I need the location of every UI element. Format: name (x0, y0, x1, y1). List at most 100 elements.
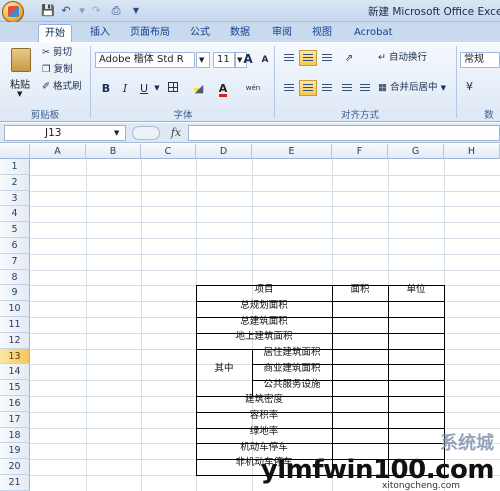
border-button[interactable] (164, 80, 182, 96)
fill-color-button[interactable]: ◢ (190, 80, 208, 96)
increase-indent-button[interactable] (356, 80, 374, 96)
column-header-b[interactable]: B (86, 144, 141, 159)
table-row-label-qizhong[interactable]: 其中 (196, 360, 252, 374)
align-top-button[interactable] (280, 50, 298, 66)
tab-formulas[interactable]: 公式 (184, 24, 216, 42)
table-row-label[interactable]: 居住建筑面积 (252, 344, 332, 358)
row-header-6[interactable]: 6 (0, 238, 30, 254)
column-header-h[interactable]: H (444, 144, 500, 159)
paste-button[interactable]: 粘贴 ▼ (4, 46, 38, 102)
select-all-corner[interactable] (0, 144, 30, 159)
font-size-box[interactable]: 11 (213, 52, 235, 68)
table-header-area[interactable]: 面积 (332, 281, 388, 295)
row-header-2[interactable]: 2 (0, 174, 30, 191)
row-header-4[interactable]: 4 (0, 206, 30, 223)
table-header-item[interactable]: 项目 (196, 281, 332, 295)
gridline (30, 238, 500, 239)
redo-icon[interactable]: ↷ (88, 4, 104, 18)
align-center-button[interactable] (299, 80, 317, 96)
row-header-20[interactable]: 20 (0, 459, 30, 475)
column-header-d[interactable]: D (196, 144, 252, 159)
formula-bar-divider-handle[interactable] (132, 126, 160, 140)
format-painter-button[interactable]: ✐ 格式刷 (42, 80, 82, 94)
row-header-9[interactable]: 9 (0, 285, 30, 302)
chevron-down-icon[interactable]: ▼ (152, 80, 162, 96)
cut-button[interactable]: ✂ 剪切 (42, 46, 72, 60)
align-left-button[interactable] (280, 80, 298, 96)
column-header-g[interactable]: G (388, 144, 444, 159)
row-header-14[interactable]: 14 (0, 364, 30, 381)
row-header-21[interactable]: 21 (0, 475, 30, 491)
font-color-button[interactable]: A (214, 80, 232, 97)
row-header-1[interactable]: 1 (0, 159, 30, 175)
align-bottom-button[interactable] (318, 50, 336, 66)
column-header-a[interactable]: A (30, 144, 86, 159)
decrease-indent-button[interactable] (338, 80, 356, 96)
number-format-box[interactable]: 常规 (460, 52, 500, 68)
bold-button[interactable]: B (97, 80, 115, 96)
align-right-button[interactable] (318, 80, 336, 96)
font-name-dropdown-icon[interactable]: ▼ (196, 52, 210, 68)
grow-font-button[interactable]: A (239, 51, 257, 67)
table-row-label[interactable]: 地上建筑面积 (196, 328, 332, 342)
phonetic-button[interactable]: wén (244, 80, 262, 96)
tab-acrobat[interactable]: Acrobat (348, 24, 399, 42)
currency-button[interactable]: ¥ (466, 80, 473, 94)
table-row-label[interactable]: 公共服务设施 (252, 376, 332, 390)
name-box-dropdown-icon[interactable]: ▼ (114, 129, 119, 137)
column-header-f[interactable]: F (332, 144, 388, 159)
formula-input[interactable] (188, 125, 500, 141)
row-header-13[interactable]: 13 (0, 348, 30, 365)
merge-center-label: 合并后居中 (390, 82, 438, 93)
tab-home[interactable]: 开始 (38, 24, 72, 42)
customize-qat-icon[interactable]: ▼ (128, 4, 144, 18)
copy-button[interactable]: ❐ 复制 (42, 63, 73, 77)
column-header-e[interactable]: E (252, 144, 332, 159)
worksheet-grid[interactable]: A B C D E F G H 1 2 3 4 5 6 7 8 9 10 11 12 13 14 15 16 1… (0, 144, 500, 491)
row-header-18[interactable]: 18 (0, 427, 30, 444)
table-row-label[interactable]: 总建筑面积 (196, 313, 332, 327)
underline-button[interactable]: U (135, 80, 153, 96)
table-row-label[interactable]: 绿地率 (196, 423, 332, 437)
table-row-label[interactable]: 总规划面积 (196, 297, 332, 311)
save-icon[interactable]: 💾 (40, 4, 56, 18)
table-row-label[interactable]: 建筑密度 (196, 391, 332, 405)
row-header-12[interactable]: 12 (0, 332, 30, 349)
table-header-unit[interactable]: 单位 (388, 281, 444, 295)
wrap-text-button[interactable]: ↵ 自动换行 (378, 51, 427, 65)
table-row-label[interactable]: 容积率 (196, 407, 332, 421)
tab-view[interactable]: 视图 (306, 24, 338, 42)
shrink-font-button[interactable]: A (256, 52, 274, 68)
row-header-10[interactable]: 10 (0, 301, 30, 317)
row-header-8[interactable]: 8 (0, 269, 30, 286)
row-header-17[interactable]: 17 (0, 411, 30, 428)
row-header-11[interactable]: 11 (0, 317, 30, 333)
undo-icon[interactable]: ↶ (58, 4, 74, 18)
tab-insert[interactable]: 插入 (84, 24, 116, 42)
table-row-label[interactable]: 机动车停车 (196, 439, 332, 453)
copy-icon: ❐ (42, 64, 51, 75)
row-header-5[interactable]: 5 (0, 222, 30, 238)
table-row-label[interactable]: 商业建筑面积 (252, 360, 332, 374)
insert-function-button[interactable]: fx (166, 125, 186, 141)
tab-page-layout[interactable]: 页面布局 (124, 24, 176, 42)
row-header-19[interactable]: 19 (0, 443, 30, 460)
merge-center-button[interactable]: ▦ 合并后居中 ▼ (378, 81, 446, 95)
orientation-button[interactable]: ⇗ (340, 50, 358, 66)
row-header-7[interactable]: 7 (0, 253, 30, 270)
table-border-line (196, 411, 445, 413)
office-button[interactable] (2, 1, 24, 23)
table-border-line (388, 285, 389, 475)
row-header-16[interactable]: 16 (0, 396, 30, 412)
tab-data[interactable]: 数据 (224, 24, 256, 42)
row-header-3[interactable]: 3 (0, 190, 30, 207)
row-header-15[interactable]: 15 (0, 380, 30, 396)
tab-review[interactable]: 审阅 (266, 24, 298, 42)
name-box[interactable]: J13 (4, 125, 126, 141)
currency-icon: ¥ (466, 80, 473, 93)
align-middle-button[interactable] (299, 50, 317, 66)
font-name-box[interactable]: Adobe 楷体 Std R (95, 52, 195, 68)
print-icon[interactable]: ⎙ (108, 4, 124, 18)
column-header-c[interactable]: C (141, 144, 196, 159)
italic-button[interactable]: I (116, 80, 134, 96)
